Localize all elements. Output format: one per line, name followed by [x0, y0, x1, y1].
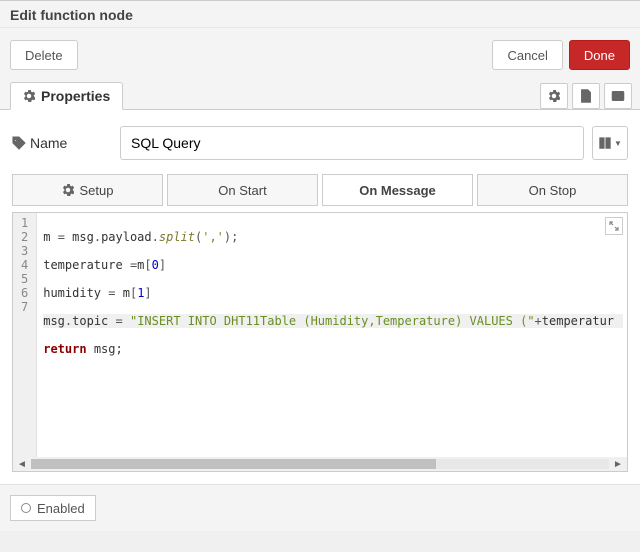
- tab-properties-label: Properties: [41, 88, 110, 104]
- horizontal-scrollbar[interactable]: ◄ ►: [13, 457, 627, 471]
- code-area[interactable]: m = msg.payload.split(','); temperature …: [37, 213, 627, 457]
- tool-appearance-button[interactable]: [604, 83, 632, 109]
- tool-doc-button[interactable]: [572, 83, 600, 109]
- chevron-down-icon: ▼: [614, 139, 622, 148]
- name-menu-button[interactable]: ▼: [592, 126, 628, 160]
- name-input[interactable]: [120, 126, 584, 160]
- expand-editor-button[interactable]: [605, 217, 623, 235]
- enabled-toggle[interactable]: Enabled: [10, 495, 96, 521]
- name-label: Name: [12, 135, 112, 151]
- panel-title: Edit function node: [0, 0, 640, 28]
- delete-button[interactable]: Delete: [10, 40, 78, 70]
- scroll-right-arrow[interactable]: ►: [611, 458, 625, 470]
- tab-on-stop[interactable]: On Stop: [477, 174, 628, 206]
- done-button[interactable]: Done: [569, 40, 630, 70]
- tab-on-start[interactable]: On Start: [167, 174, 318, 206]
- gear-icon: [23, 90, 35, 102]
- gear-icon: [62, 184, 74, 196]
- book-icon: [598, 136, 612, 150]
- expand-icon: [609, 221, 619, 231]
- circle-icon: [21, 503, 31, 513]
- tab-properties[interactable]: Properties: [10, 82, 123, 110]
- gear-icon: [548, 90, 560, 102]
- scroll-thumb[interactable]: [31, 459, 436, 469]
- tab-on-message[interactable]: On Message: [322, 174, 473, 206]
- tool-settings-button[interactable]: [540, 83, 568, 109]
- cancel-button[interactable]: Cancel: [492, 40, 562, 70]
- tab-setup[interactable]: Setup: [12, 174, 163, 206]
- tag-icon: [12, 136, 26, 150]
- appearance-icon: [611, 89, 625, 103]
- gutter: 1 2 3 4 5 6 7: [13, 213, 37, 457]
- scroll-left-arrow[interactable]: ◄: [15, 458, 29, 470]
- document-icon: [579, 89, 593, 103]
- code-editor[interactable]: 1 2 3 4 5 6 7 m = msg.payload.split(',')…: [12, 212, 628, 472]
